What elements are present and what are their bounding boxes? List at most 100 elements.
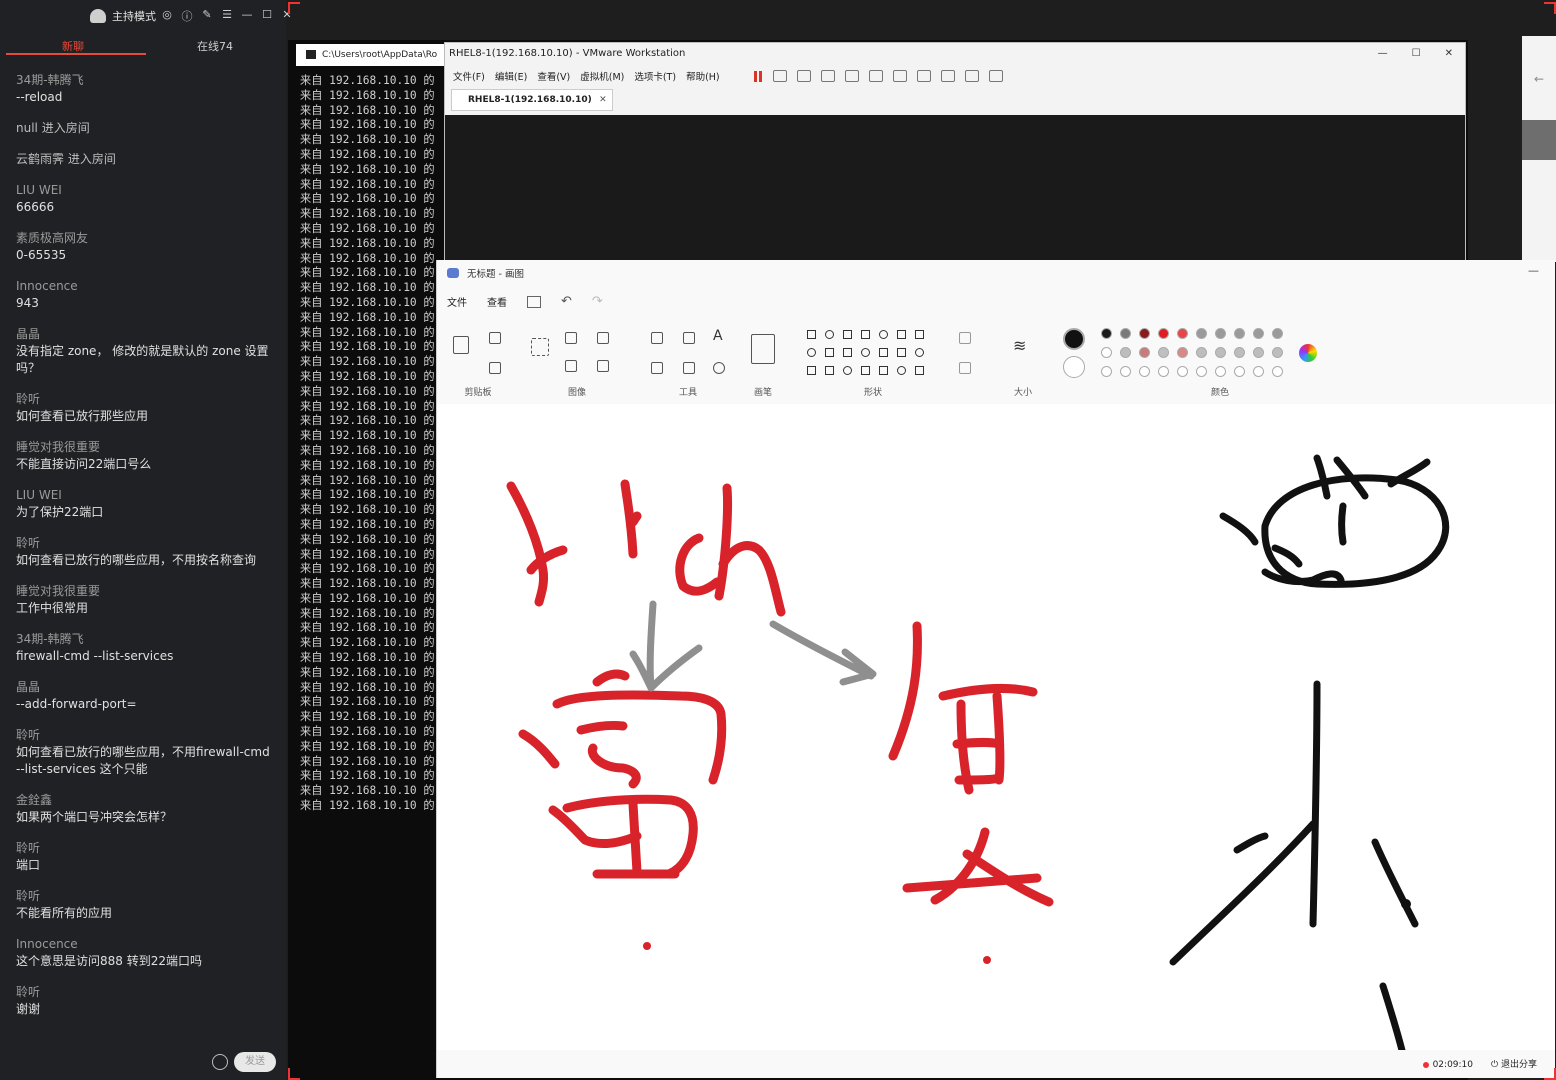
shape-tool-icon[interactable] [897,348,906,357]
pencil-icon[interactable] [651,332,663,344]
close-button[interactable]: ✕ [1445,43,1453,65]
stretch-icon[interactable] [988,70,1003,82]
edit-icon[interactable]: ✎ [200,8,214,24]
shape-tool-icon[interactable] [897,366,906,375]
maximize-button[interactable]: ☐ [1412,43,1421,65]
shape-tool-icon[interactable] [861,330,870,339]
tab-online[interactable]: 在线74 [197,38,233,54]
save-icon[interactable] [527,295,541,308]
minimize-button[interactable]: — [1378,43,1388,65]
manage-snapshot-icon[interactable] [844,70,859,82]
exit-share-button[interactable]: ⏻ 退出分享 [1491,1057,1537,1070]
palette-swatch[interactable] [1158,366,1169,377]
palette-swatch[interactable] [1196,328,1207,339]
palette-swatch[interactable] [1120,347,1131,358]
outline-icon[interactable] [959,332,971,344]
shape-tool-icon[interactable] [825,366,834,375]
shape-tool-icon[interactable] [879,348,888,357]
crop-icon[interactable] [565,332,577,344]
rotate-icon[interactable] [597,360,609,372]
redo-icon[interactable]: ↷ [592,294,603,309]
palette-swatch[interactable] [1139,366,1150,377]
palette-swatch[interactable] [1120,328,1131,339]
text-tool-icon[interactable]: A [713,328,723,344]
info-icon[interactable]: ⓘ [180,8,194,24]
shape-tool-icon[interactable] [915,366,924,375]
palette-swatch[interactable] [1158,328,1169,339]
paste-icon[interactable] [453,336,469,354]
palette-swatch[interactable] [1101,328,1112,339]
copy-icon[interactable] [489,362,501,374]
fill-icon[interactable] [683,332,695,344]
magnifier-icon[interactable] [713,362,725,374]
palette-swatch[interactable] [1215,347,1226,358]
resize-icon[interactable] [597,332,609,344]
tab-new-chat[interactable]: 新聊 [62,38,84,54]
maximize-icon[interactable]: ☐ [260,8,274,24]
shape-tool-icon[interactable] [879,366,888,375]
menu-icon[interactable]: ☰ [220,8,234,24]
shape-tool-icon[interactable] [897,330,906,339]
menu-vm[interactable]: 虚拟机(M) [580,69,624,83]
palette-swatch[interactable] [1234,328,1245,339]
undo-icon[interactable]: ↶ [561,294,572,309]
palette-swatch[interactable] [1253,328,1264,339]
palette-swatch[interactable] [1196,347,1207,358]
cut-icon[interactable] [489,332,501,344]
palette-swatch[interactable] [1253,366,1264,377]
shape-tool-icon[interactable] [879,330,888,339]
close-tab-icon[interactable]: ✕ [599,90,607,110]
library-icon[interactable] [868,70,883,82]
palette-swatch[interactable] [1177,366,1188,377]
eraser-icon[interactable] [651,362,663,374]
drawing-canvas[interactable] [437,404,1555,1068]
pause-icon[interactable] [753,70,757,82]
revert-icon[interactable] [820,70,835,82]
shape-tool-icon[interactable] [807,330,816,339]
shape-tool-icon[interactable] [843,366,852,375]
minimize-icon[interactable]: — [240,8,254,24]
emoji-icon[interactable] [212,1054,228,1070]
shape-tool-icon[interactable] [843,330,852,339]
palette-swatch[interactable] [1139,347,1150,358]
snapshot-icon[interactable] [796,70,811,82]
paint-minimize-button[interactable]: — [1528,264,1539,277]
fullscreen-icon[interactable] [916,70,931,82]
palette-swatch[interactable] [1177,347,1188,358]
palette-swatch[interactable] [1158,347,1169,358]
palette-swatch[interactable] [1234,347,1245,358]
thumbnail-icon[interactable] [892,70,907,82]
menu-file[interactable]: 文件(F) [453,69,485,83]
console-icon[interactable] [964,70,979,82]
shape-tool-icon[interactable] [807,366,816,375]
palette-swatch[interactable] [1215,328,1226,339]
palette-swatch[interactable] [1139,328,1150,339]
palette-swatch[interactable] [1177,328,1188,339]
menu-view[interactable]: 查看(V) [537,69,570,83]
color1-swatch[interactable] [1063,328,1085,350]
tab-rhel8-1[interactable]: RHEL8-1(192.168.10.10) ✕ [451,89,613,111]
vmware-titlebar[interactable]: RHEL8-1(192.168.10.10) - VMware Workstat… [445,43,1465,65]
paint-window[interactable]: 无标题 - 画图 — 文件 查看 ↶ ↷ 剪贴板 图像 A 工具 画笔 形状 ≋… [436,260,1555,1078]
palette-swatch[interactable] [1120,366,1131,377]
vmware-window[interactable]: RHEL8-1(192.168.10.10) - VMware Workstat… [444,42,1466,262]
palette-swatch[interactable] [1272,347,1283,358]
shape-tool-icon[interactable] [825,348,834,357]
paint-titlebar[interactable]: 无标题 - 画图 [447,266,524,280]
shape-tool-icon[interactable] [915,330,924,339]
unity-icon[interactable] [940,70,955,82]
menu-edit[interactable]: 编辑(E) [495,69,527,83]
palette-swatch[interactable] [1234,366,1245,377]
paint-menu-view[interactable]: 查看 [487,294,507,309]
palette-swatch[interactable] [1196,366,1207,377]
shape-tool-icon[interactable] [807,348,816,357]
vm-console[interactable] [445,115,1465,261]
menu-tabs[interactable]: 选项卡(T) [634,69,676,83]
palette-swatch[interactable] [1272,328,1283,339]
shape-tool-icon[interactable] [861,348,870,357]
size-icon[interactable]: ≋ [1013,336,1026,355]
color-picker-icon[interactable] [683,362,695,374]
send-keys-icon[interactable] [772,70,787,82]
palette-swatch[interactable] [1101,347,1112,358]
shape-tool-icon[interactable] [825,330,834,339]
